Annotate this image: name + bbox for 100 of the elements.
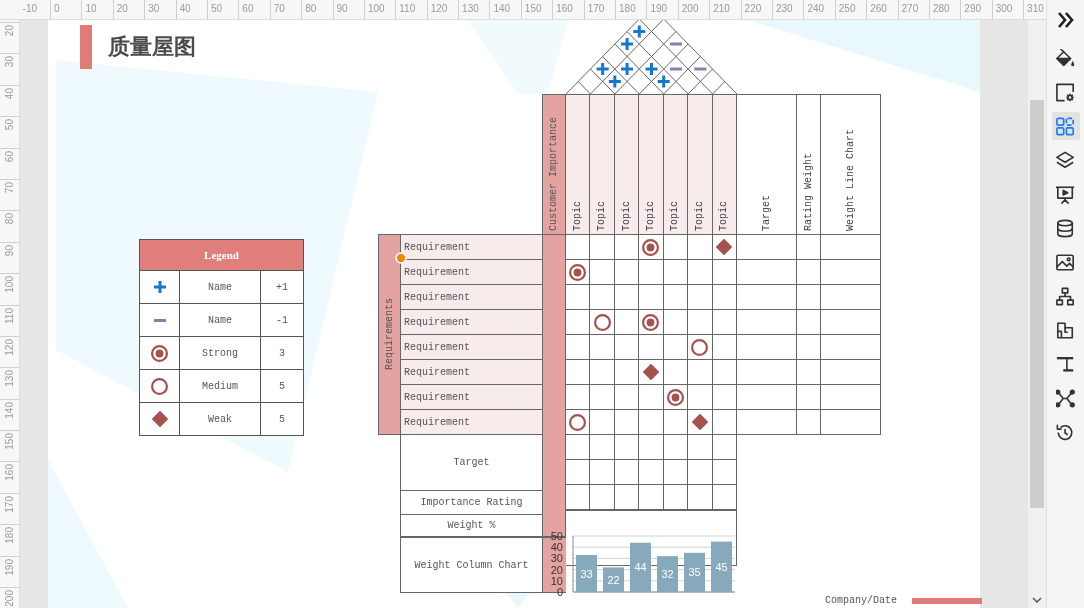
ruler-label: 160 [3, 464, 16, 482]
legend-header: Legend [140, 240, 304, 271]
legend-cell: Weak [180, 403, 261, 436]
history-icon [1056, 422, 1075, 442]
double-chevron-icon [1057, 12, 1074, 28]
legend-cell: Name [180, 304, 261, 337]
ruler-label: 190 [3, 558, 16, 576]
ruler-label: 180 [3, 527, 16, 544]
column-header: Rating Weight [797, 95, 821, 235]
cross-connector-icon [1056, 388, 1075, 408]
legend-cell: Medium [180, 370, 261, 403]
ruler-label: 150 [3, 433, 16, 450]
ruler-label: -10 [22, 3, 38, 14]
bar-value-label: 33 [580, 567, 593, 580]
diamond-icon [691, 414, 708, 430]
ruler-label: 80 [3, 213, 16, 225]
ruler-label: 80 [305, 3, 317, 14]
title-accent-bar [80, 25, 92, 69]
ruler-label: 100 [3, 276, 16, 293]
matrix-cell [797, 235, 821, 260]
footer-text: Company/Date [825, 595, 897, 607]
matrix-cell [737, 360, 797, 385]
matrix-cell [821, 235, 881, 260]
ruler-label: 120 [430, 3, 448, 14]
matrix-cell [590, 435, 615, 460]
matrix-cell [688, 460, 713, 485]
matrix-cell [797, 310, 821, 335]
ruler-label: 90 [3, 244, 16, 256]
row-group-header: Requirements [379, 235, 401, 435]
scrollbar-thumb[interactable] [1030, 100, 1044, 508]
image-icon [1056, 252, 1075, 272]
blocks-icon [1056, 320, 1075, 340]
matrix-cell [614, 460, 640, 485]
axis-label: 20 [550, 563, 563, 576]
frame-gear-icon [1056, 82, 1075, 102]
ruler-label: 70 [273, 3, 285, 14]
requirement-cell: Requirement [401, 260, 542, 285]
requirement-cell: Requirement [401, 410, 542, 435]
ruler-label: 110 [3, 307, 16, 324]
ruler-label: 50 [210, 3, 223, 14]
ruler-label: 180 [619, 3, 636, 14]
legend-cell: Name [180, 271, 261, 304]
matrix-cell [737, 385, 797, 410]
column-header: Topic [566, 95, 591, 235]
ruler-label: 230 [776, 3, 793, 14]
bar-value-label: 45 [715, 560, 728, 573]
axis-label: 10 [550, 574, 563, 587]
ruler-label: 40 [3, 87, 16, 99]
bar-value-label: 44 [634, 561, 647, 574]
ruler-label: 250 [838, 3, 856, 14]
bar-value-label: 35 [688, 566, 701, 579]
requirement-cell: Requirement [401, 335, 542, 360]
matrix-cell [821, 410, 881, 435]
matrix-cell [737, 285, 797, 310]
column-header: Topic [614, 95, 640, 235]
ruler-label: 190 [650, 3, 668, 14]
matrix-cell [663, 460, 689, 485]
diagram-title: 质量屋图 [108, 33, 196, 61]
requirement-cell: Requirement [401, 360, 542, 385]
requirement-cell: Requirement [401, 285, 542, 310]
ruler-label: 110 [399, 3, 416, 14]
diamond-icon [716, 239, 733, 255]
chart-bar [711, 541, 732, 592]
matrix-cell [797, 335, 821, 360]
matrix-cell [821, 310, 881, 335]
column-header: Topic [639, 95, 664, 235]
matrix-cell [821, 285, 881, 310]
legend-cell: -1 [261, 304, 304, 337]
matrix-cell [797, 285, 821, 310]
i-beam-icon [1056, 354, 1075, 374]
matrix-cell [821, 335, 881, 360]
legend-cell: 3 [261, 337, 304, 370]
chart-bar [657, 556, 678, 592]
ruler-label: 60 [242, 3, 254, 14]
row-header: Weight Column Chart [401, 537, 542, 593]
legend-cell: Strong [180, 337, 261, 370]
ruler-label: 10 [85, 3, 97, 14]
ruler-label: 170 [3, 495, 16, 513]
legend-cell: 5 [261, 403, 304, 436]
matrix-cell [663, 435, 689, 460]
grid-icon [1056, 116, 1075, 136]
ruler-label: 300 [995, 3, 1013, 14]
chart-bar [684, 552, 705, 592]
chart-bar [576, 555, 597, 592]
matrix-cell [737, 335, 797, 360]
dot-ring-icon [666, 388, 684, 406]
chart-bar [603, 567, 624, 592]
ruler-label: 90 [336, 3, 348, 14]
ruler-label: 140 [3, 401, 16, 419]
axis-label: 40 [550, 541, 563, 554]
ruler-label: 40 [179, 3, 191, 14]
scroll-down-icon[interactable] [1032, 597, 1042, 603]
matrix-cell [639, 435, 664, 460]
paint-bucket-icon [1056, 48, 1075, 68]
matrix-cell [590, 460, 615, 485]
matrix-cell [737, 410, 797, 435]
legend-cell: 5 [261, 370, 304, 403]
ruler-label: 70 [3, 181, 16, 194]
matrix-cell [821, 385, 881, 410]
column-header: Topic [688, 95, 713, 235]
